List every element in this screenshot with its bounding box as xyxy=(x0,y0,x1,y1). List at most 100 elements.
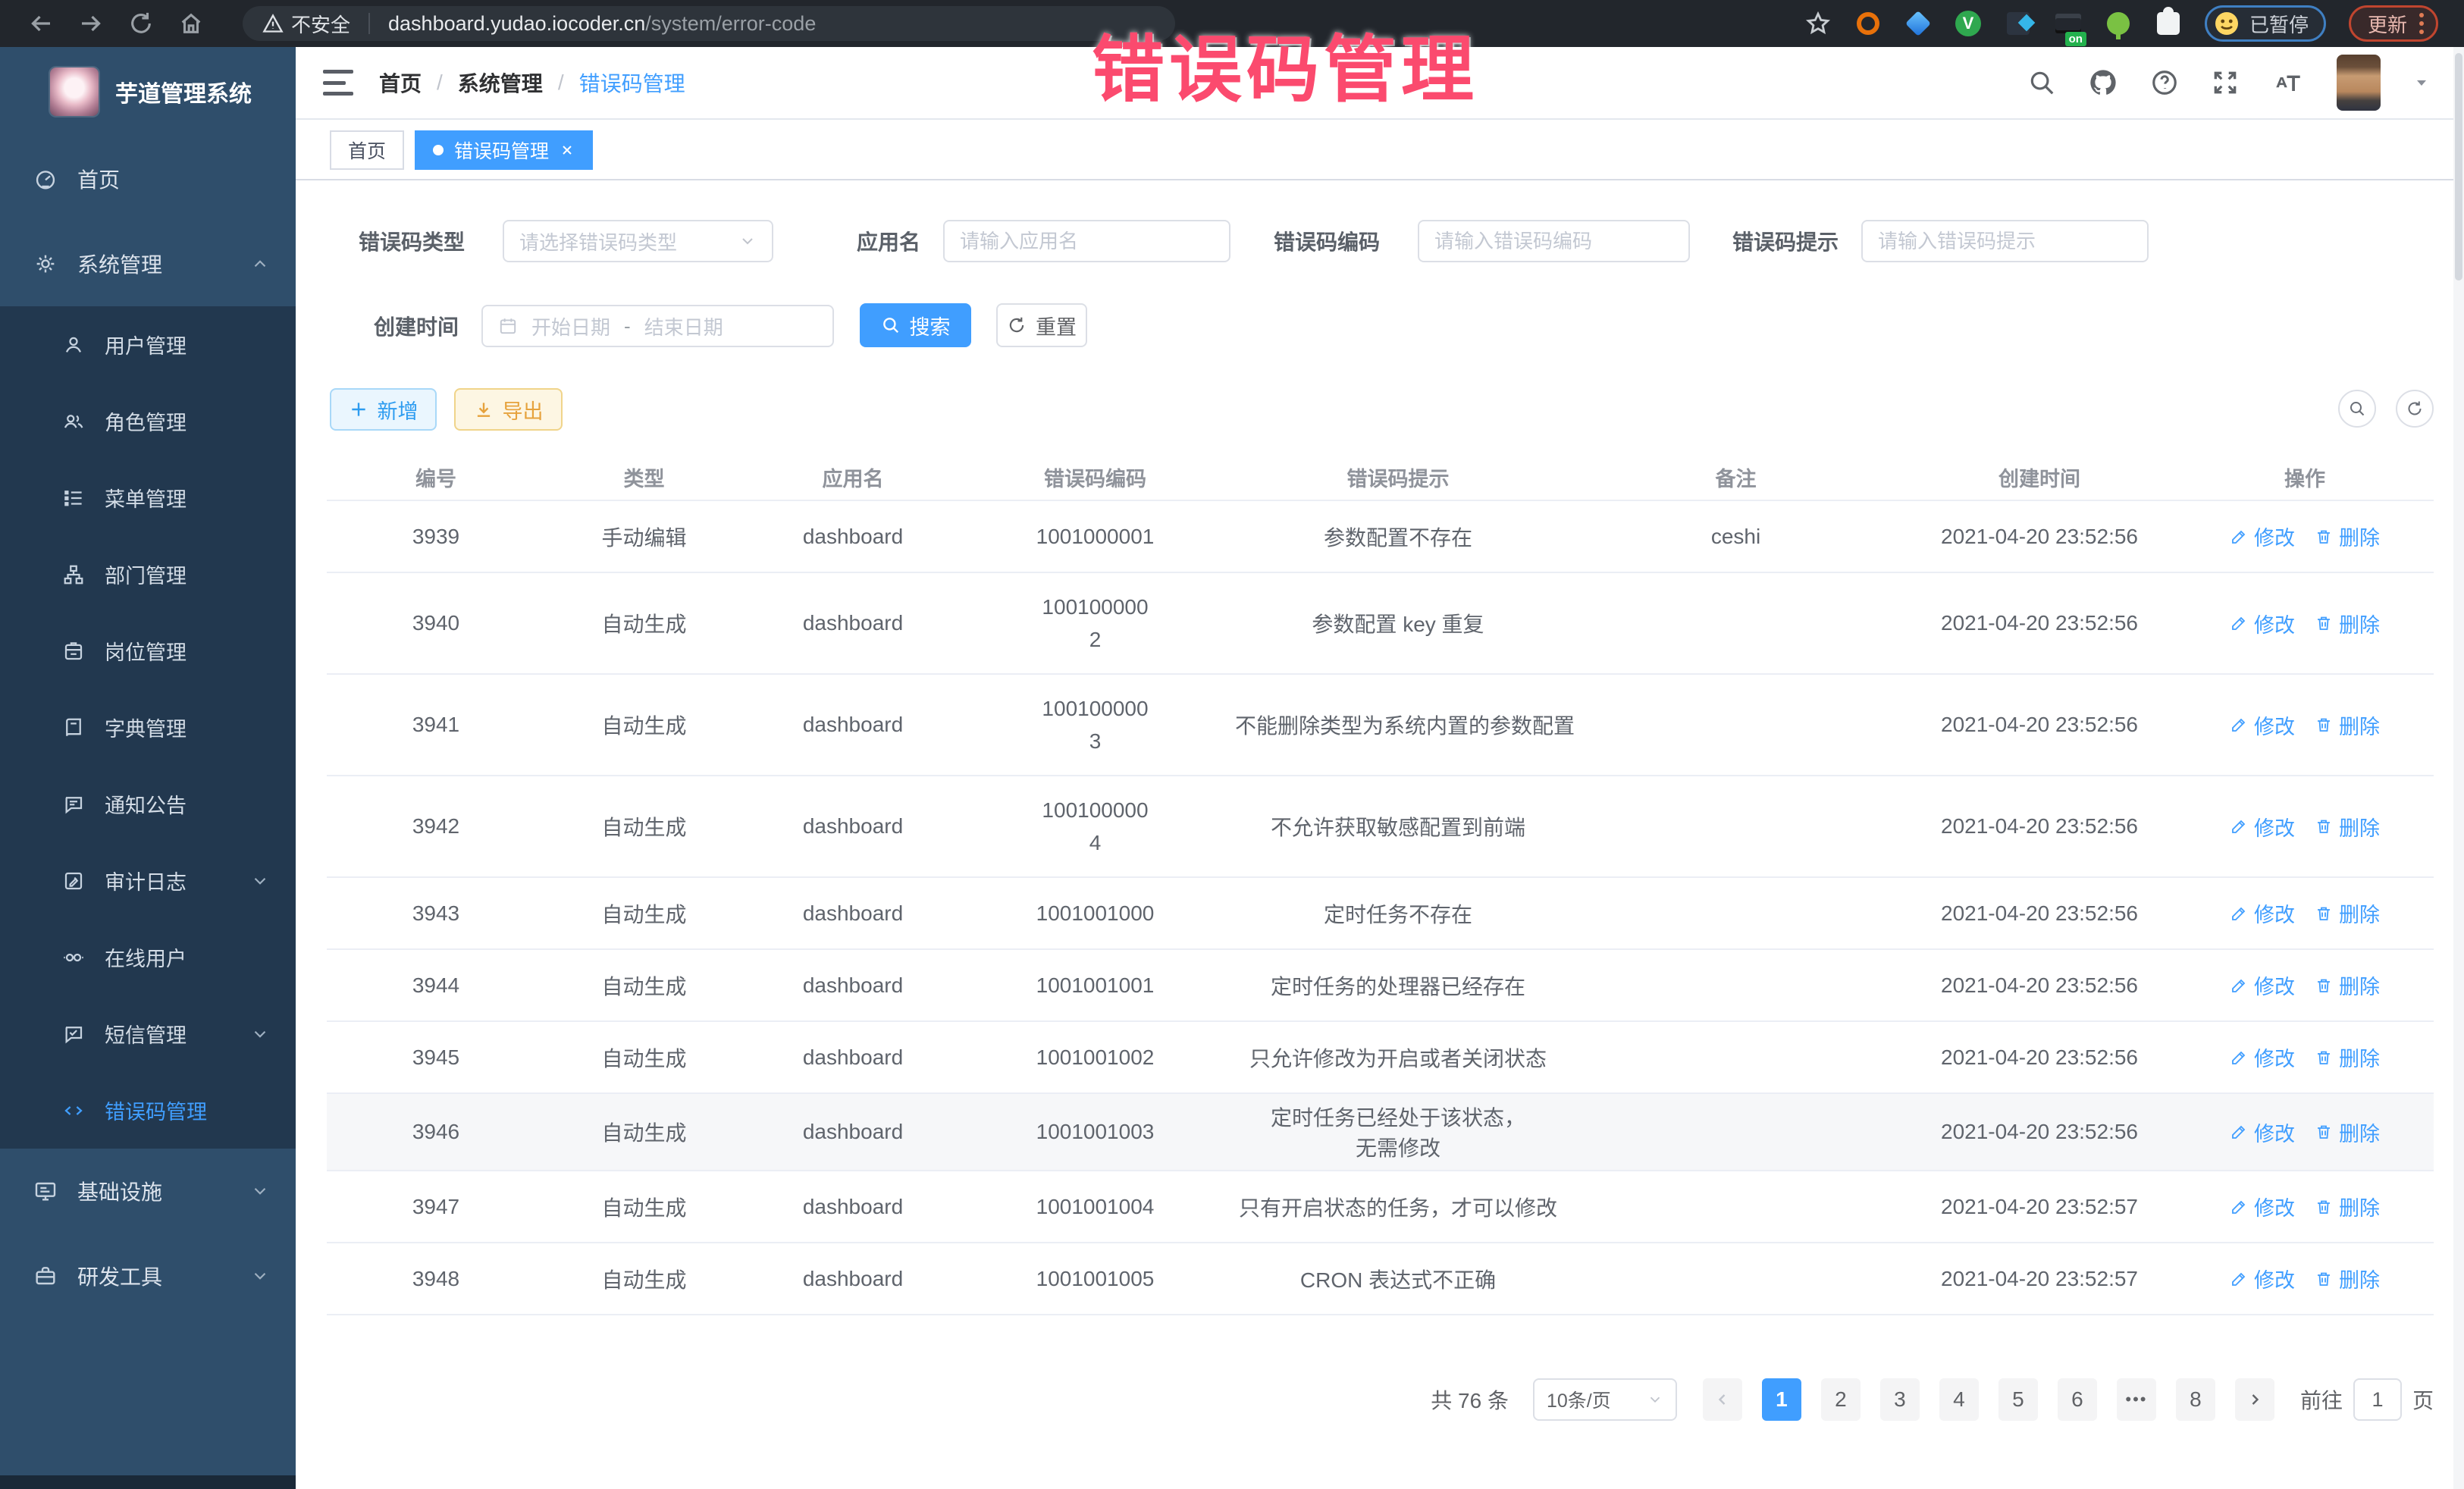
more-pages-button[interactable]: ••• xyxy=(2117,1378,2156,1421)
github-icon[interactable] xyxy=(2088,67,2118,98)
sidebar-item-infrastructure[interactable]: 基础设施 xyxy=(0,1149,296,1234)
add-button[interactable]: 新增 xyxy=(330,388,437,431)
delete-link[interactable]: 删除 xyxy=(2315,522,2380,551)
sidebar-item-home[interactable]: 首页 xyxy=(0,136,296,221)
reload-icon[interactable] xyxy=(126,8,156,39)
more-menu-icon[interactable] xyxy=(2419,13,2424,34)
next-page-button[interactable] xyxy=(2235,1378,2274,1421)
user-avatar[interactable] xyxy=(2337,55,2381,111)
tab-home[interactable]: 首页 xyxy=(330,130,404,170)
reset-button[interactable]: 重置 xyxy=(996,303,1087,347)
sidebar-item-devtools[interactable]: 研发工具 xyxy=(0,1234,296,1318)
breadcrumb-home[interactable]: 首页 xyxy=(379,67,422,98)
app-logo-row[interactable]: 芋道管理系统 xyxy=(0,47,296,136)
close-tab-icon[interactable] xyxy=(560,143,575,158)
delete-link[interactable]: 删除 xyxy=(2315,1264,2380,1293)
tab-error-code[interactable]: 错误码管理 xyxy=(415,130,593,170)
sidebar-item-error-code[interactable]: 错误码管理 xyxy=(0,1072,296,1149)
forward-icon[interactable] xyxy=(76,8,106,39)
sidebar-item-notice[interactable]: 通知公告 xyxy=(0,766,296,842)
fullscreen-icon[interactable] xyxy=(2211,68,2240,97)
table-row: 3947 自动生成 dashboard 1001001004 只有开启状态的任务… xyxy=(327,1171,2434,1243)
page-button-4[interactable]: 4 xyxy=(1939,1378,1979,1421)
back-icon[interactable] xyxy=(26,8,56,39)
window-scrollbar[interactable] xyxy=(2453,47,2464,1489)
extensions-puzzle-icon[interactable] xyxy=(2155,10,2182,37)
sidebar-item-user-mgmt[interactable]: 用户管理 xyxy=(0,306,296,383)
table-row: 3945 自动生成 dashboard 1001001002 只允许修改为开启或… xyxy=(327,1021,2434,1093)
bookmark-star-icon[interactable] xyxy=(1804,10,1832,37)
delete-link[interactable]: 删除 xyxy=(2315,1192,2380,1221)
page-button-1[interactable]: 1 xyxy=(1762,1378,1801,1421)
home-icon[interactable] xyxy=(176,8,206,39)
extension-key-icon[interactable] xyxy=(2105,10,2132,37)
edit-icon xyxy=(2230,1270,2248,1288)
sidebar-item-audit-log[interactable]: 审计日志 xyxy=(0,842,296,919)
delete-link[interactable]: 删除 xyxy=(2315,710,2380,740)
edit-link[interactable]: 修改 xyxy=(2230,1264,2295,1293)
profile-paused-badge[interactable]: 已暂停 xyxy=(2205,5,2326,42)
delete-link[interactable]: 删除 xyxy=(2315,898,2380,928)
browser-update-button[interactable]: 更新 xyxy=(2349,5,2438,42)
page-button-2[interactable]: 2 xyxy=(1821,1378,1861,1421)
page-button-6[interactable]: 6 xyxy=(2058,1378,2097,1421)
sidebar-item-dept-mgmt[interactable]: 部门管理 xyxy=(0,536,296,613)
error-code-input[interactable] xyxy=(1434,230,1673,253)
error-hint-input[interactable] xyxy=(1878,230,2132,253)
create-time-label: 创建时间 xyxy=(374,311,459,341)
sidebar-toggle-icon[interactable] xyxy=(323,70,353,96)
page-button-3[interactable]: 3 xyxy=(1880,1378,1920,1421)
scrollbar-thumb[interactable] xyxy=(2455,53,2462,281)
sidebar-item-dict-mgmt[interactable]: 字典管理 xyxy=(0,689,296,766)
sidebar-item-role-mgmt[interactable]: 角色管理 xyxy=(0,383,296,459)
page-button-8[interactable]: 8 xyxy=(2176,1378,2215,1421)
date-range-picker[interactable]: 开始日期 - 结束日期 xyxy=(481,305,834,347)
sidebar-item-menu-mgmt[interactable]: 菜单管理 xyxy=(0,459,296,536)
edit-icon xyxy=(2230,528,2248,546)
page-size-select[interactable]: 10条/页 xyxy=(1533,1378,1677,1421)
extension-switch-icon[interactable]: on xyxy=(2055,10,2082,37)
sidebar-item-system[interactable]: 系统管理 xyxy=(0,221,296,306)
page-button-5[interactable]: 5 xyxy=(1998,1378,2038,1421)
sidebar-item-label: 通知公告 xyxy=(105,789,187,819)
edit-link[interactable]: 修改 xyxy=(2230,1192,2295,1221)
edit-link[interactable]: 修改 xyxy=(2230,609,2295,638)
edit-link[interactable]: 修改 xyxy=(2230,970,2295,1000)
help-icon[interactable] xyxy=(2150,68,2179,97)
error-type-select[interactable]: 请选择错误码类型 xyxy=(503,220,773,262)
delete-link[interactable]: 删除 xyxy=(2315,1118,2380,1147)
delete-link[interactable]: 删除 xyxy=(2315,970,2380,1000)
avatar-caret-icon[interactable] xyxy=(2412,74,2431,92)
extension-orange-icon[interactable] xyxy=(1854,10,1882,37)
extension-gem-icon[interactable] xyxy=(1904,10,1932,37)
extension-grid-icon[interactable] xyxy=(2005,10,2032,37)
export-button[interactable]: 导出 xyxy=(454,388,563,431)
extension-vue-icon[interactable]: V xyxy=(1955,10,1982,37)
edit-link[interactable]: 修改 xyxy=(2230,522,2295,551)
search-icon[interactable] xyxy=(2027,68,2056,97)
toggle-search-button[interactable] xyxy=(2338,390,2376,428)
app-name-input[interactable] xyxy=(960,230,1214,253)
download-icon xyxy=(474,400,494,419)
sms-icon xyxy=(62,1023,85,1045)
delete-link[interactable]: 删除 xyxy=(2315,609,2380,638)
edit-link[interactable]: 修改 xyxy=(2230,812,2295,842)
prev-page-button[interactable] xyxy=(1703,1378,1742,1421)
jump-page-input[interactable] xyxy=(2353,1378,2402,1421)
address-bar[interactable]: 不安全 dashboard.yudao.iocoder.cn/system/er… xyxy=(243,6,1175,41)
sidebar-item-online-users[interactable]: 在线用户 xyxy=(0,919,296,995)
refresh-table-button[interactable] xyxy=(2396,390,2434,428)
edit-link[interactable]: 修改 xyxy=(2230,1118,2295,1147)
delete-link[interactable]: 删除 xyxy=(2315,1042,2380,1072)
edit-link[interactable]: 修改 xyxy=(2230,898,2295,928)
font-size-icon[interactable] xyxy=(2271,68,2305,97)
table-row: 3939 手动编辑 dashboard 1001000001 参数配置不存在 c… xyxy=(327,500,2434,572)
sidebar-item-sms-mgmt[interactable]: 短信管理 xyxy=(0,995,296,1072)
breadcrumb-system[interactable]: 系统管理 xyxy=(458,67,543,98)
sidebar-item-post-mgmt[interactable]: 岗位管理 xyxy=(0,613,296,689)
edit-link[interactable]: 修改 xyxy=(2230,1042,2295,1072)
search-button[interactable]: 搜索 xyxy=(860,303,971,347)
edit-link[interactable]: 修改 xyxy=(2230,710,2295,740)
delete-link[interactable]: 删除 xyxy=(2315,812,2380,842)
not-secure-warning[interactable]: 不安全 xyxy=(262,10,350,38)
